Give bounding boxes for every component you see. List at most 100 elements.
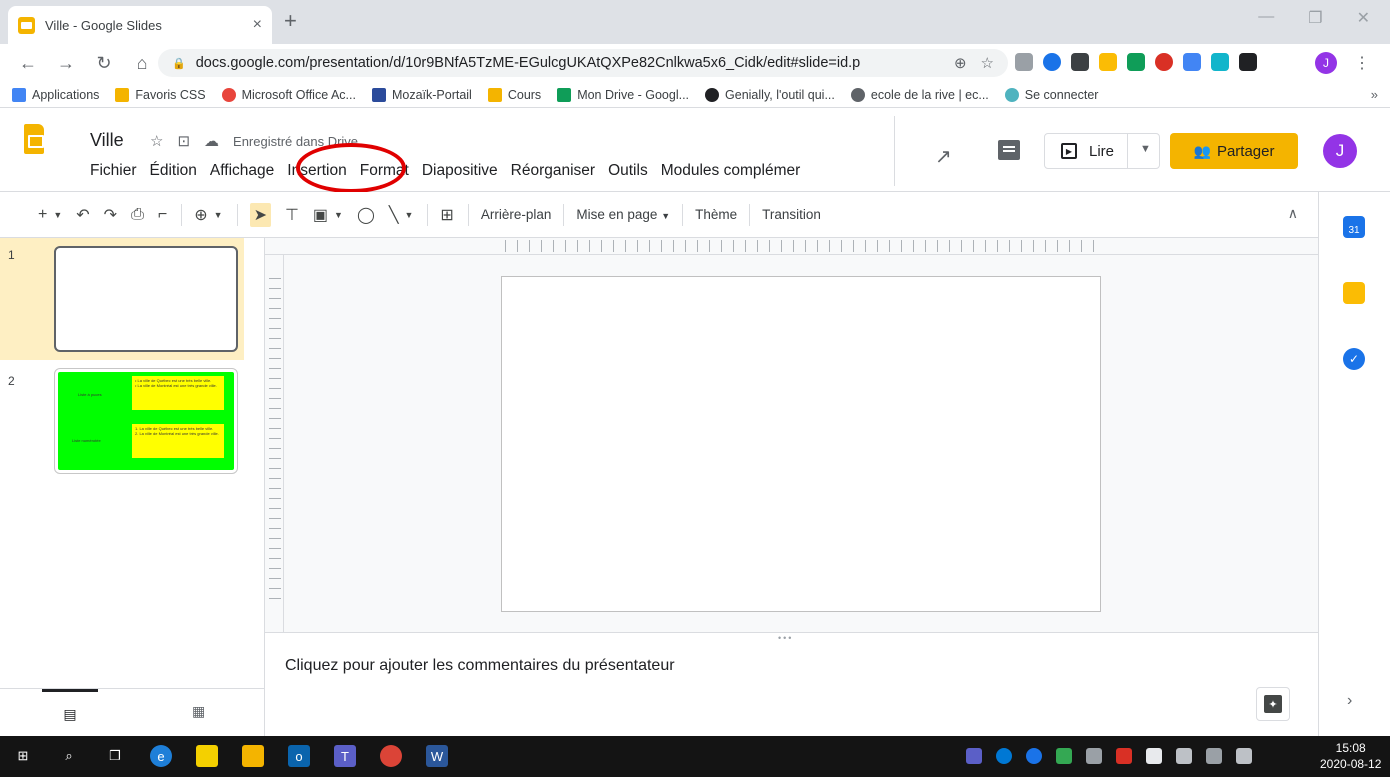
file-explorer-icon[interactable] [242,745,264,767]
line-icon[interactable]: ╲ [389,205,399,225]
keep-icon[interactable] [1343,282,1365,304]
tray-app-icon[interactable] [1086,748,1102,764]
filmstrip-slide-1[interactable]: 1 [0,238,244,360]
image-dropdown-icon[interactable]: ▼ [334,210,343,220]
battery-icon[interactable] [1176,748,1192,764]
bookmark-cours[interactable]: Cours [487,87,541,102]
shape-icon[interactable]: ◯ [357,205,375,225]
undo-icon[interactable]: ↶ [76,205,89,225]
slides-logo-icon[interactable] [24,124,44,154]
redo-icon[interactable]: ↷ [104,205,117,225]
task-view-icon[interactable]: ❒ [104,745,126,767]
present-dropdown-icon[interactable]: ▼ [1140,143,1151,155]
bookmark-applications[interactable]: Applications [12,87,99,102]
slide-thumbnail[interactable] [54,246,238,352]
print-icon[interactable]: ⎙ [131,206,144,224]
search-icon[interactable]: ⌕ [58,745,80,767]
user-avatar[interactable]: J [1323,134,1357,168]
zoom-icon[interactable]: ⊕ [194,205,207,225]
present-button[interactable]: ▶ Lire ▼ [1044,133,1160,169]
menu-outils[interactable]: Outils [608,162,648,180]
bookmark-ecole[interactable]: ecole de la rive | ec... [850,87,989,102]
drive-extension-icon[interactable] [1127,53,1145,71]
onedrive-tray-icon[interactable] [996,748,1012,764]
collapse-menus-icon[interactable]: ∧ [1288,205,1298,222]
theme-button[interactable]: Thème [695,207,737,222]
zoom-dropdown-icon[interactable]: ▼ [214,210,223,220]
browser-menu-icon[interactable]: ⋮ [1354,53,1370,73]
bookmark-genially[interactable]: Genially, l'outil qui... [705,87,835,102]
restore-icon[interactable]: ❐ [1308,8,1322,28]
extension-icon[interactable] [1015,53,1033,71]
move-to-folder-icon[interactable]: ⊡ [177,132,190,150]
tray-app-icon[interactable] [1056,748,1072,764]
tab-close-icon[interactable]: × [253,16,262,34]
new-tab-button[interactable]: + [284,8,297,34]
slide-thumbnail[interactable]: Liste à puces Liste numérotée • La ville… [54,368,238,474]
background-button[interactable]: Arrière-plan [481,207,552,222]
zoom-icon[interactable]: ⊕ [954,54,967,72]
tray-app-icon[interactable] [1026,748,1042,764]
select-pointer-icon[interactable]: ➤ [249,202,271,227]
wifi-icon[interactable] [1206,748,1222,764]
extension-grid-icon[interactable] [1071,53,1089,71]
comments-icon[interactable] [998,140,1020,160]
grid-view-icon[interactable]: ▦ [192,703,205,720]
menu-affichage[interactable]: Affichage [210,162,274,180]
teams-tray-icon[interactable] [966,748,982,764]
bookmark-star-icon[interactable]: ☆ [981,54,994,72]
line-dropdown-icon[interactable]: ▼ [405,210,414,220]
teams-icon[interactable]: T [334,745,356,767]
bookmark-favoris-css[interactable]: Favoris CSS [115,87,206,102]
browser-profile-avatar[interactable]: J [1315,52,1337,74]
extension-icon[interactable] [1043,53,1061,71]
windows-start-icon[interactable]: ⊞ [12,745,34,767]
image-icon[interactable]: ▣ [313,205,328,225]
browser-tab-active[interactable]: Ville - Google Slides × [8,6,272,44]
bookmark-office[interactable]: Microsoft Office Ac... [221,87,356,102]
forward-arrow-icon[interactable]: → [56,53,76,74]
address-bar[interactable]: 🔒 docs.google.com/presentation/d/10r9BNf… [158,49,1008,77]
extension-icon[interactable] [1211,53,1229,71]
menu-fichier[interactable]: Fichier [90,162,137,180]
activity-trend-icon[interactable]: ↗ [935,144,952,169]
menu-edition[interactable]: Édition [150,162,197,180]
word-icon[interactable]: W [426,745,448,767]
new-slide-icon[interactable]: + [38,206,47,224]
share-button[interactable]: 👥 Partager [1170,133,1298,169]
outlook-icon[interactable]: o [288,745,310,767]
tasks-icon[interactable]: ✓ [1343,348,1365,370]
menu-reorganiser[interactable]: Réorganiser [511,162,595,180]
star-icon[interactable]: ☆ [150,132,163,150]
extensions-puzzle-icon[interactable] [1239,53,1257,71]
translate-extension-icon[interactable] [1183,53,1201,71]
minimize-icon[interactable]: — [1258,8,1274,28]
bookmark-se-connecter[interactable]: Se connecter [1004,87,1098,102]
url-text[interactable]: docs.google.com/presentation/d/10r9BNfA5… [196,55,954,71]
filmstrip-slide-2[interactable]: 2 Liste à puces Liste numérotée • La vil… [0,364,244,482]
bookmark-mozaik[interactable]: Mozaïk-Portail [371,87,472,102]
slide-canvas[interactable] [501,276,1101,612]
bookmark-drive[interactable]: Mon Drive - Googl... [557,87,689,102]
reload-icon[interactable]: ↻ [94,53,114,74]
bookmarks-overflow-icon[interactable]: » [1371,87,1378,102]
volume-icon[interactable] [1236,748,1252,764]
tray-app-icon[interactable] [1146,748,1162,764]
edge-icon[interactable]: e [150,745,172,767]
transition-button[interactable]: Transition [762,207,821,222]
menu-diapositive[interactable]: Diapositive [422,162,498,180]
tray-app-icon[interactable] [1116,748,1132,764]
notes-resize-handle[interactable]: ••• [778,633,793,643]
close-window-icon[interactable]: ✕ [1357,8,1370,28]
new-slide-dropdown-icon[interactable]: ▼ [53,210,62,220]
chrome-icon[interactable] [380,745,402,767]
speaker-notes-placeholder[interactable]: Cliquez pour ajouter les commentaires du… [285,657,675,675]
menu-modules[interactable]: Modules complémer [661,162,801,180]
back-arrow-icon[interactable]: ← [18,53,38,74]
layout-button[interactable]: Mise en page ▼ [576,207,670,222]
calendar-icon[interactable]: 31 [1343,216,1365,238]
home-icon[interactable]: ⌂ [132,53,152,74]
system-clock[interactable]: 15:08 2020-08-12 [1320,740,1381,772]
add-comment-icon[interactable]: ⊞ [440,205,453,225]
expand-panel-icon[interactable]: › [1347,692,1352,710]
